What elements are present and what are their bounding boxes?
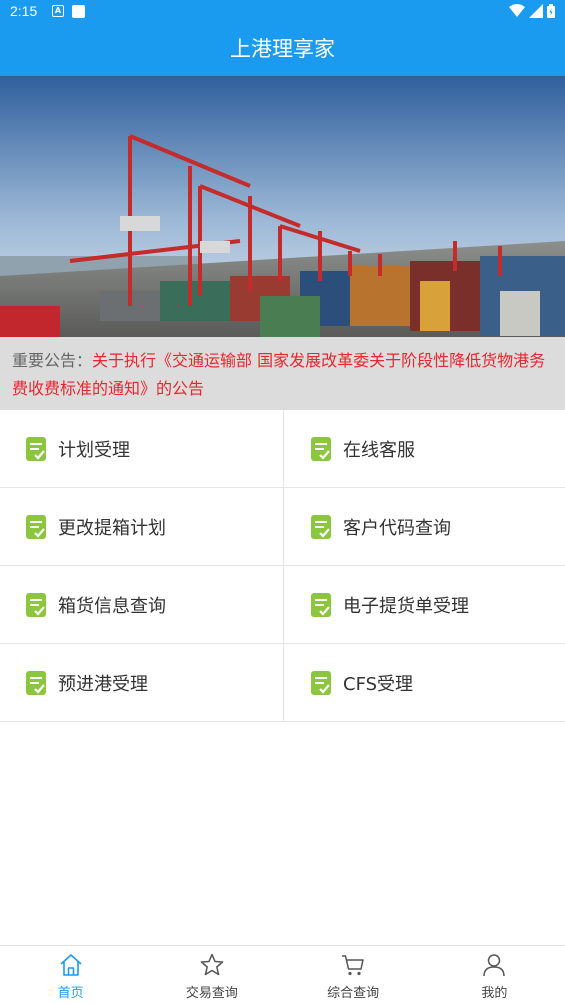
app-bar: 上港理享家	[0, 24, 565, 76]
tab-label: 我的	[481, 986, 508, 1001]
status-time: 2:15	[10, 3, 38, 19]
menu-item-label: 在线客服	[343, 439, 415, 461]
signal-icon	[529, 4, 543, 18]
document-check-icon	[311, 436, 331, 461]
cart-icon	[342, 955, 364, 976]
tab-label: 综合查询	[327, 986, 380, 1001]
a-notification-icon: A	[52, 5, 64, 17]
menu-row: 更改提箱计划 客户代码查询	[0, 488, 565, 566]
tab-label: 首页	[57, 986, 84, 1001]
menu-item-label: 计划受理	[58, 439, 130, 461]
home-icon	[60, 954, 82, 976]
hero-banner-image[interactable]	[0, 76, 565, 337]
document-check-icon	[26, 670, 46, 695]
tab-mine[interactable]: 我的	[424, 946, 565, 1004]
bottom-tab-bar: 首页 交易查询 综合查询 我的	[0, 945, 565, 1004]
battery-icon	[547, 4, 555, 18]
document-check-icon	[311, 670, 331, 695]
tab-transaction-query[interactable]: 交易查询	[141, 946, 282, 1004]
document-check-icon	[26, 514, 46, 539]
menu-row: 计划受理 在线客服	[0, 410, 565, 488]
menu-item-plan-acceptance[interactable]: 计划受理	[0, 410, 283, 487]
document-check-icon	[26, 436, 46, 461]
menu-item-label: 箱货信息查询	[58, 595, 166, 617]
document-check-icon	[311, 592, 331, 617]
menu-row: 箱货信息查询 电子提货单受理	[0, 566, 565, 644]
menu-item-label: 电子提货单受理	[343, 595, 469, 617]
person-icon	[483, 954, 506, 977]
menu-item-label: 更改提箱计划	[58, 517, 166, 539]
menu-row: 预进港受理 CFS受理	[0, 644, 565, 722]
star-icon	[200, 953, 224, 976]
wifi-icon	[509, 4, 525, 17]
menu-item-label: 预进港受理	[58, 673, 148, 695]
menu-item-electronic-delivery-order[interactable]: 电子提货单受理	[283, 566, 565, 643]
port-illustration	[0, 76, 565, 337]
announcement-banner[interactable]: 重要公告：关于执行《交通运输部 国家发展改革委关于阶段性降低货物港务费收费标准的…	[0, 337, 565, 410]
menu-item-cargo-info-query[interactable]: 箱货信息查询	[0, 566, 283, 643]
document-check-icon	[26, 592, 46, 617]
menu-item-change-pickup-plan[interactable]: 更改提箱计划	[0, 488, 283, 565]
menu-item-pre-entry-acceptance[interactable]: 预进港受理	[0, 644, 283, 721]
tab-comprehensive-query[interactable]: 综合查询	[283, 946, 424, 1004]
document-check-icon	[311, 514, 331, 539]
status-bar: 2:15 A	[0, 0, 565, 24]
menu-item-label: CFS受理	[343, 673, 414, 695]
menu-item-customer-code-query[interactable]: 客户代码查询	[283, 488, 565, 565]
tab-home[interactable]: 首页	[0, 946, 141, 1004]
announcement-prefix: 重要公告：	[12, 351, 93, 370]
service-menu-grid: 计划受理 在线客服 更改提箱计划 客户代码查询 箱货信息查询 电子提货单受理 预…	[0, 410, 565, 722]
tab-label: 交易查询	[185, 986, 238, 1001]
menu-item-label: 客户代码查询	[343, 517, 451, 539]
page-title: 上港理享家	[230, 37, 335, 61]
menu-item-online-service[interactable]: 在线客服	[283, 410, 565, 487]
square-notification-icon	[72, 5, 85, 18]
menu-item-cfs-acceptance[interactable]: CFS受理	[283, 644, 565, 721]
announcement-message[interactable]: 关于执行《交通运输部 国家发展改革委关于阶段性降低货物港务费收费标准的通知》的公…	[12, 351, 545, 398]
